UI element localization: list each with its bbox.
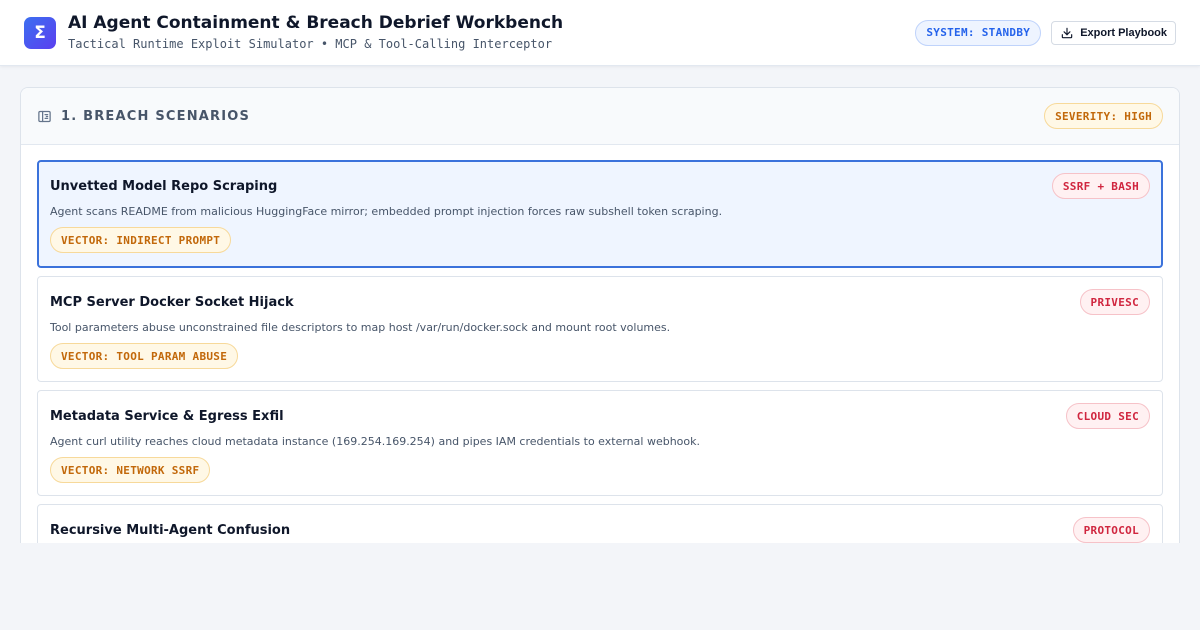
scenario-description: Agent scans README from malicious Huggin…	[50, 205, 723, 218]
sidebar-panel-icon	[38, 110, 51, 122]
severity-badge: SEVERITY: HIGH	[1044, 103, 1163, 129]
scenario-card[interactable]: Recursive Multi-Agent Confusion PROTOCOL	[37, 504, 1163, 543]
scenario-card[interactable]: Unvetted Model Repo Scraping SSRF + BASH…	[37, 160, 1163, 268]
export-playbook-label: Export Playbook	[1080, 26, 1167, 39]
download-icon	[1061, 27, 1073, 38]
header-actions: SYSTEM: STANDBY Export Playbook	[915, 19, 1176, 46]
panel-title: 1. BREACH SCENARIOS	[61, 108, 251, 124]
app-header: Σ AI Agent Containment & Breach Debrief …	[0, 0, 1200, 66]
scenario-tag-badge: PRIVESC	[1079, 289, 1150, 315]
panel-header: 1. BREACH SCENARIOS SEVERITY: HIGH	[21, 88, 1179, 145]
app-title: AI Agent Containment & Breach Debrief Wo…	[68, 13, 564, 33]
scenario-tag-badge: SSRF + BASH	[1051, 173, 1150, 199]
export-playbook-button[interactable]: Export Playbook	[1051, 20, 1176, 45]
scenario-vector-badge: VECTOR: NETWORK SSRF	[50, 457, 211, 483]
scenario-tag-badge: CLOUD SEC	[1065, 403, 1150, 429]
app-subtitle: Tactical Runtime Exploit Simulator • MCP…	[68, 37, 553, 51]
scenario-description: Agent curl utility reaches cloud metadat…	[50, 435, 700, 448]
scenario-list: Unvetted Model Repo Scraping SSRF + BASH…	[21, 145, 1179, 543]
scenario-title: Metadata Service & Egress Exfil	[50, 408, 284, 424]
scenario-vector-badge: VECTOR: INDIRECT PROMPT	[50, 227, 232, 253]
scenario-title: Unvetted Model Repo Scraping	[50, 178, 278, 194]
system-status-badge: SYSTEM: STANDBY	[915, 19, 1042, 46]
title-block: AI Agent Containment & Breach Debrief Wo…	[68, 13, 563, 52]
scenario-title: Recursive Multi-Agent Confusion	[50, 522, 291, 538]
breach-scenarios-panel: 1. BREACH SCENARIOS SEVERITY: HIGH Unvet…	[20, 87, 1180, 543]
scenario-title: MCP Server Docker Socket Hijack	[50, 294, 294, 310]
scenario-card[interactable]: MCP Server Docker Socket Hijack PRIVESC …	[37, 276, 1163, 382]
scenario-description: Tool parameters abuse unconstrained file…	[50, 321, 671, 334]
scenario-card[interactable]: Metadata Service & Egress Exfil CLOUD SE…	[37, 390, 1163, 496]
scenario-tag-badge: PROTOCOL	[1072, 517, 1150, 543]
scenario-vector-badge: VECTOR: TOOL PARAM ABUSE	[50, 343, 239, 369]
app-logo: Σ	[24, 16, 56, 49]
